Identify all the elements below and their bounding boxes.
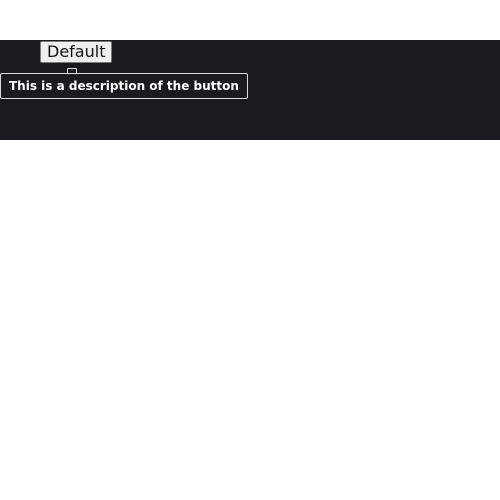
default-button[interactable]: Default	[40, 41, 113, 63]
button-tooltip: This is a description of the button	[0, 73, 248, 99]
